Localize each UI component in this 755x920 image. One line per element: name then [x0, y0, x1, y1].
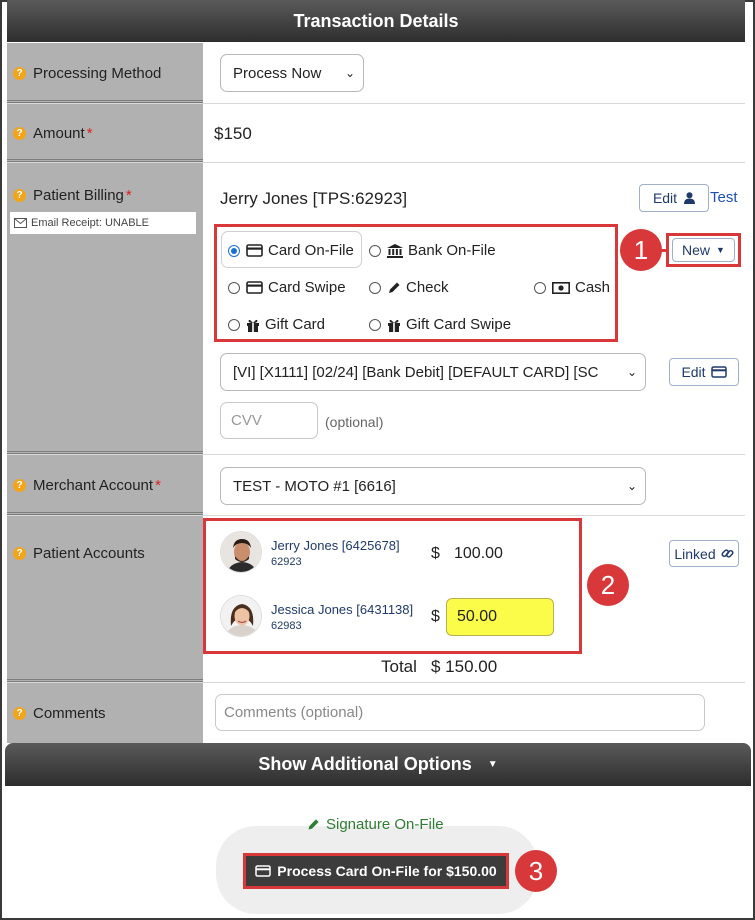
patient-billing-label: ? Patient Billing * — [13, 187, 132, 204]
amount-label-cell: ? Amount * — [7, 104, 203, 162]
edit-card-button[interactable]: Edit — [669, 358, 739, 386]
caret-down-icon: ▼ — [716, 245, 725, 255]
radio-check[interactable] — [369, 281, 381, 294]
help-icon[interactable]: ? — [13, 189, 26, 202]
help-icon[interactable]: ? — [13, 127, 26, 140]
processing-method-row: ? Processing Method Process Now ⌄ — [7, 43, 745, 104]
method-cash[interactable]: Cash — [534, 279, 610, 296]
radio-card-on-file[interactable] — [228, 244, 240, 257]
callout-badge-3: 3 — [515, 850, 557, 892]
processing-method-label: ? Processing Method — [13, 65, 161, 82]
transaction-details-header: Transaction Details — [7, 0, 745, 42]
credit-card-icon — [246, 281, 263, 294]
show-additional-options-bar[interactable]: Show Additional Options ▼ — [5, 743, 751, 786]
edit-patient-button[interactable]: Edit — [639, 184, 709, 212]
radio-cash[interactable] — [534, 281, 546, 294]
chevron-down-icon: ⌄ — [344, 66, 355, 80]
callout-badge-2: 2 — [587, 564, 629, 606]
comments-row: ? Comments Comments (optional) — [7, 683, 745, 743]
radio-bank-on-file[interactable] — [369, 244, 381, 257]
total-value: $ 150.00 — [431, 657, 498, 676]
cvv-input[interactable]: CVV — [220, 402, 318, 439]
bank-icon — [387, 243, 403, 258]
gift-icon — [387, 318, 401, 332]
account-amount: 100.00 — [454, 545, 503, 562]
merchant-account-select[interactable]: TEST - MOTO #1 [6616] ⌄ — [220, 467, 646, 505]
caret-down-icon: ▼ — [487, 759, 498, 770]
account-id: 62983 — [271, 620, 302, 632]
comments-label-cell: ? Comments — [7, 683, 203, 743]
total-label: Total — [381, 657, 417, 676]
process-card-button[interactable]: Process Card On-File for $150.00 — [243, 853, 509, 889]
patient-billing-label-cell: ? Patient Billing * Email Receipt: UNABL… — [7, 163, 203, 454]
avatar — [220, 595, 262, 637]
method-card-on-file[interactable]: Card On-File — [228, 242, 354, 259]
chevron-down-icon: ⌄ — [626, 365, 637, 379]
radio-gift-card-swipe[interactable] — [369, 318, 381, 331]
patient-billing-row: ? Patient Billing * Email Receipt: UNABL… — [7, 163, 745, 455]
gift-icon — [246, 318, 260, 332]
merchant-account-label: ? Merchant Account * — [13, 477, 161, 494]
credit-card-icon — [710, 366, 727, 378]
linked-button[interactable]: Linked — [669, 540, 739, 567]
merchant-account-label-cell: ? Merchant Account * — [7, 455, 203, 515]
help-icon[interactable]: ? — [13, 479, 26, 492]
pencil-icon — [387, 281, 401, 295]
amount-label: ? Amount * — [13, 125, 93, 142]
radio-gift-card[interactable] — [228, 318, 240, 331]
merchant-account-row: ? Merchant Account * TEST - MOTO #1 [661… — [7, 455, 745, 516]
envelope-icon — [14, 218, 27, 228]
header-title: Transaction Details — [293, 10, 459, 31]
pencil-icon — [307, 818, 320, 831]
currency-symbol: $ — [431, 608, 440, 625]
patient-name: Jerry Jones [TPS:62923] — [220, 189, 408, 208]
test-link[interactable]: Test — [710, 189, 738, 206]
currency-symbol: $ — [431, 545, 440, 562]
account-amount-input[interactable]: 50.00 — [446, 598, 554, 636]
new-payment-button[interactable]: New ▼ — [672, 238, 735, 262]
method-card-swipe[interactable]: Card Swipe — [228, 279, 346, 296]
cvv-optional-hint: (optional) — [325, 414, 384, 430]
user-icon — [684, 192, 696, 204]
amount-row: ? Amount * $150 — [7, 104, 745, 163]
patient-accounts-row: ? Patient Accounts Jerry Jones [6425678]… — [7, 516, 745, 683]
processing-method-label-cell: ? Processing Method — [7, 43, 203, 103]
callout-badge-1: 1 — [620, 229, 662, 271]
method-check[interactable]: Check — [369, 279, 449, 296]
card-select[interactable]: [VI] [X1111] [02/24] [Bank Debit] [DEFAU… — [220, 353, 646, 391]
account-name[interactable]: Jessica Jones [6431138] — [271, 602, 413, 617]
method-bank-on-file[interactable]: Bank On-File — [369, 242, 496, 259]
credit-card-icon — [246, 244, 263, 257]
method-gift-card[interactable]: Gift Card — [228, 316, 325, 333]
credit-card-icon — [255, 865, 272, 877]
amount-value: $150 — [214, 124, 252, 143]
account-id: 62923 — [271, 556, 302, 568]
comments-label: ? Comments — [13, 705, 106, 722]
money-icon — [552, 281, 570, 294]
help-icon[interactable]: ? — [13, 707, 26, 720]
patient-accounts-label-cell: ? Patient Accounts — [7, 516, 203, 682]
help-icon[interactable]: ? — [13, 67, 26, 80]
chevron-down-icon: ⌄ — [626, 479, 637, 493]
account-name[interactable]: Jerry Jones [6425678] — [271, 538, 400, 553]
signature-on-file-link[interactable]: Signature On-File — [307, 816, 444, 833]
email-receipt-badge: Email Receipt: UNABLE — [10, 212, 196, 234]
radio-card-swipe[interactable] — [228, 281, 240, 294]
help-icon[interactable]: ? — [13, 547, 26, 560]
avatar — [220, 531, 262, 573]
method-gift-card-swipe[interactable]: Gift Card Swipe — [369, 316, 511, 333]
patient-accounts-label: ? Patient Accounts — [13, 545, 145, 562]
comments-input[interactable]: Comments (optional) — [215, 694, 705, 731]
processing-method-select[interactable]: Process Now ⌄ — [220, 54, 364, 92]
link-icon — [721, 547, 734, 560]
